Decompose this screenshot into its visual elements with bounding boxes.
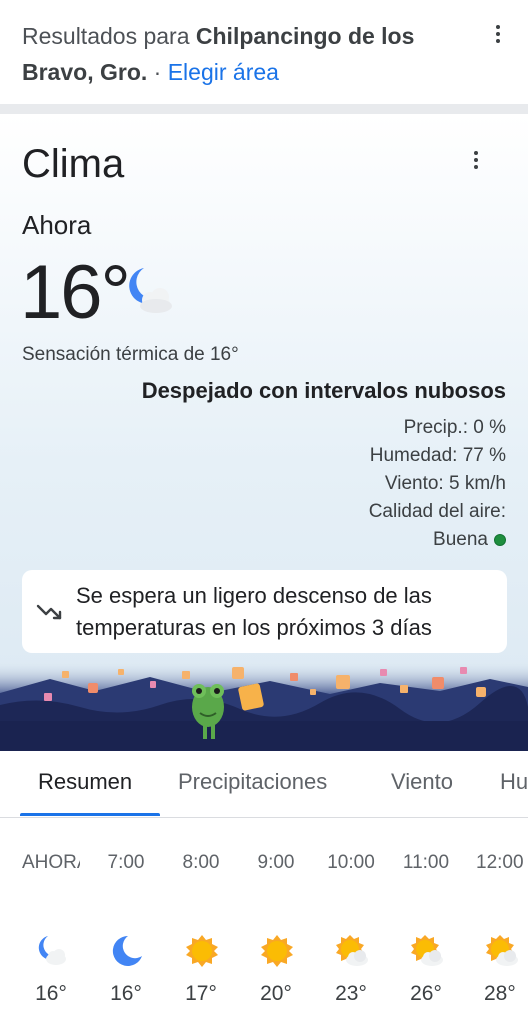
- hour-time: 9:00: [257, 852, 295, 873]
- hour-item: 10:00 23°: [316, 818, 386, 1024]
- hour-temp: 16°: [35, 982, 67, 1005]
- condition-text: Despejado con intervalos nubosos: [141, 378, 506, 403]
- air-quality-value: Buena: [433, 529, 488, 550]
- more-vert-icon[interactable]: [464, 148, 488, 172]
- hour-time: 10:00: [327, 852, 375, 873]
- now-label: Ahora: [22, 210, 92, 240]
- hourly-forecast: AHORA 16° 7:00 16° 8:00 17° 9:00 20°: [0, 818, 528, 1024]
- hour-item: 7:00 16°: [91, 818, 161, 1024]
- moon-cloud-icon: [38, 936, 66, 965]
- feels-like-text: Sensación térmica de 16°: [22, 344, 239, 365]
- trend-text: Se espera un ligero descenso de las temp…: [76, 582, 432, 640]
- precipitation-text: Precip.: 0 %: [403, 417, 506, 438]
- tab-wind[interactable]: Viento: [391, 769, 453, 795]
- humidity-text: Humedad: 77 %: [369, 445, 506, 466]
- weather-card: Clima Ahora 16° Sensación térmica de 16°…: [0, 114, 528, 751]
- sun-cloud-icon: [336, 935, 368, 966]
- hour-temp: 17°: [185, 982, 217, 1005]
- results-location-text: Resultados para Chilpancingo de los Brav…: [22, 18, 468, 90]
- hour-item: 8:00 17°: [166, 818, 236, 1024]
- moon-cloud-icon: [122, 264, 176, 323]
- separator-dot: ·: [153, 59, 162, 85]
- wind-text: Viento: 5 km/h: [384, 473, 506, 494]
- hour-item: 12:00 28°: [466, 818, 528, 1024]
- active-tab-indicator: [20, 813, 160, 816]
- hour-temp: 20°: [260, 982, 292, 1005]
- hour-time: 11:00: [402, 852, 450, 873]
- moon-icon: [112, 935, 142, 966]
- sun-cloud-icon: [486, 935, 518, 966]
- current-temperature: 16°: [20, 250, 131, 335]
- hour-time: 7:00: [107, 852, 145, 873]
- status-dot-icon: [494, 534, 506, 546]
- hour-temp: 26°: [410, 982, 442, 1005]
- sun-icon: [186, 935, 218, 967]
- hour-item: 11:00 26°: [391, 818, 461, 1024]
- air-quality-label: Calidad del aire:: [368, 501, 506, 522]
- tab-humidity[interactable]: Hu: [500, 769, 528, 795]
- tab-summary[interactable]: Resumen: [38, 769, 132, 795]
- hour-item: 9:00 20°: [241, 818, 311, 1024]
- weather-tabs: Resumen Precipitaciones Viento Hu: [0, 751, 528, 818]
- hour-item: AHORA 16°: [16, 818, 86, 1024]
- sun-icon: [261, 935, 293, 967]
- weather-details: Precip.: 0 % Humedad: 77 % Viento: 5 km/…: [369, 414, 506, 554]
- hour-temp: 28°: [484, 982, 516, 1005]
- weather-title: Clima: [22, 142, 125, 186]
- change-area-link[interactable]: Elegir área: [168, 59, 279, 85]
- trending-down-icon: [34, 602, 66, 622]
- hour-temp: 23°: [335, 982, 367, 1005]
- tab-precipitation[interactable]: Precipitaciones: [178, 769, 327, 795]
- temperature-trend-card[interactable]: Se espera un ligero descenso de las temp…: [22, 570, 507, 653]
- hour-time: 8:00: [182, 852, 220, 873]
- sun-cloud-icon: [411, 935, 443, 966]
- air-quality-status[interactable]: Buena: [433, 526, 506, 554]
- search-results-header: Resultados para Chilpancingo de los Brav…: [0, 0, 528, 104]
- hour-time: AHORA: [22, 852, 80, 873]
- night-lanterns-doodle: [0, 661, 528, 751]
- hour-time: 12:00: [476, 852, 524, 873]
- section-divider: [0, 104, 528, 114]
- more-vert-icon[interactable]: [486, 22, 510, 46]
- hour-temp: 16°: [110, 982, 142, 1005]
- results-prefix: Resultados para: [22, 23, 190, 49]
